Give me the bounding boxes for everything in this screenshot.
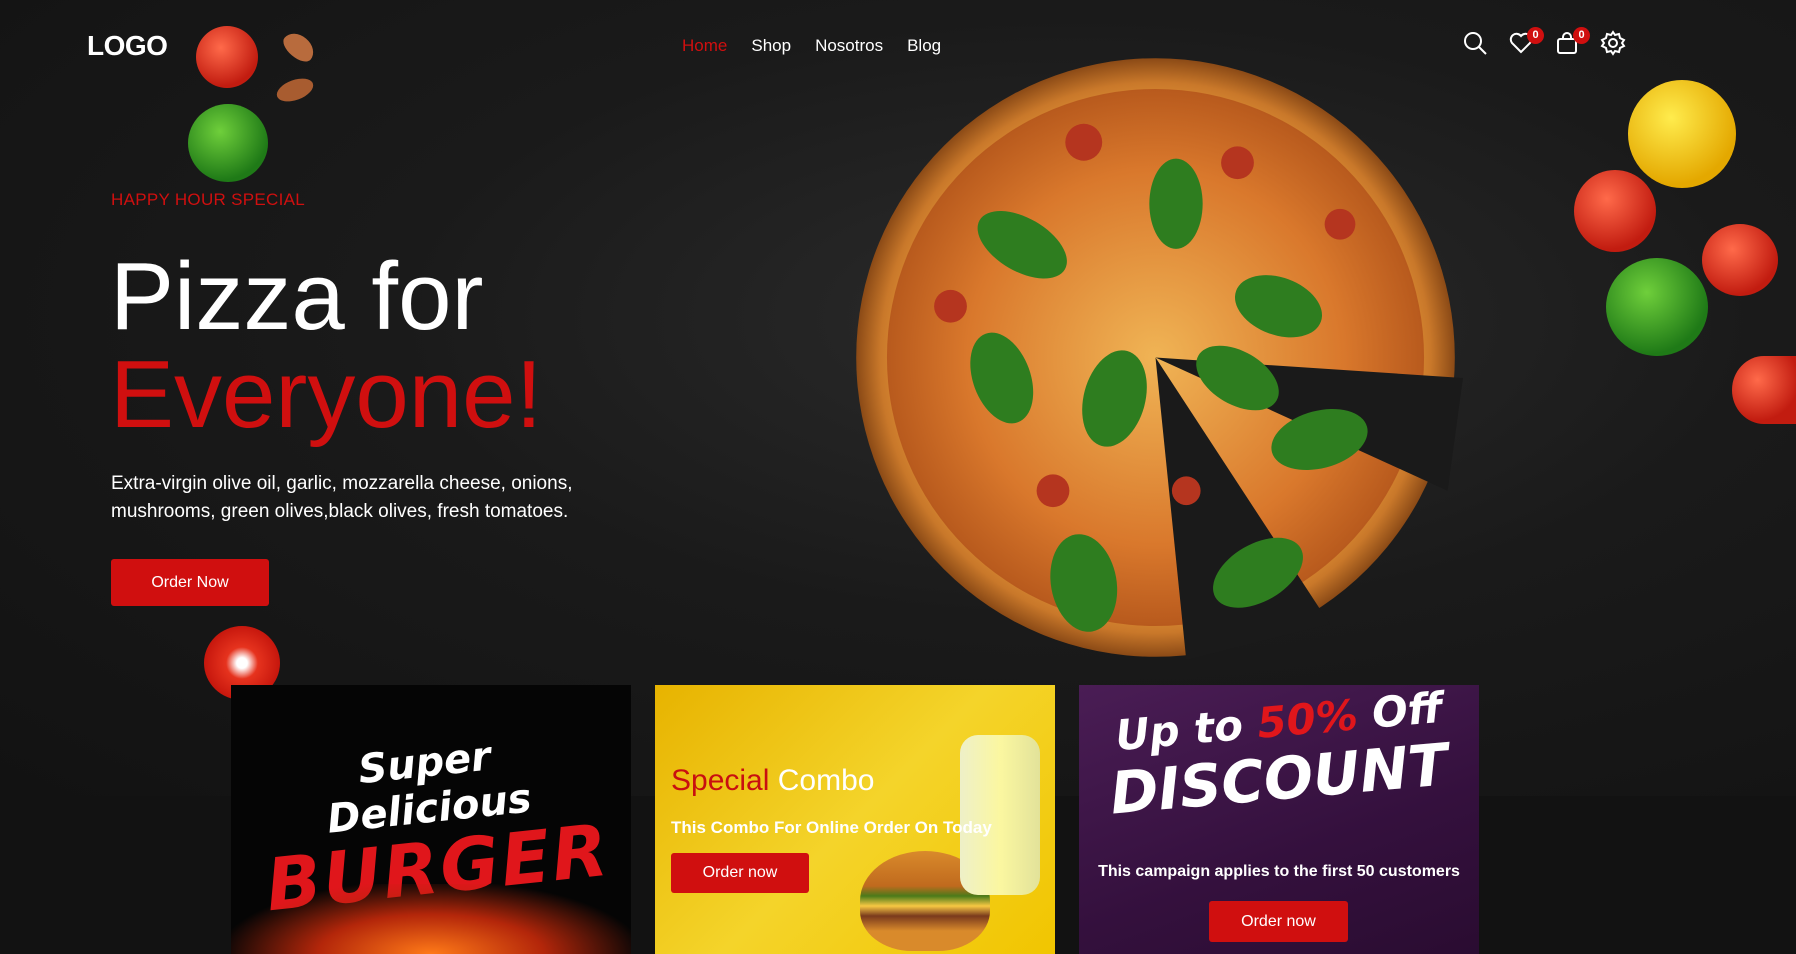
tomato-decoration [1574, 170, 1656, 252]
discount-off: Off [1369, 685, 1445, 738]
combo-order-button[interactable]: Order now [671, 853, 809, 893]
combo-title-special: Special [671, 764, 770, 797]
flames-decoration [231, 884, 631, 954]
almond-decoration [278, 27, 320, 67]
combo-sauce-jar-image [960, 735, 1040, 895]
promo-card-combo[interactable]: Special Combo This Combo For Online Orde… [655, 685, 1055, 954]
gear-icon[interactable] [1600, 30, 1626, 56]
green-pepper-decoration [1606, 258, 1708, 356]
discount-note: This campaign applies to the first 50 cu… [1098, 863, 1460, 880]
discount-order-button[interactable]: Order now [1209, 901, 1348, 942]
hero-kicker: HAPPY HOUR SPECIAL [111, 190, 306, 209]
combo-title: Special Combo [671, 764, 874, 798]
combo-subtitle: This Combo For Online Order On Today [671, 818, 992, 837]
pizza-image [856, 58, 1463, 660]
tomato-decoration [1732, 356, 1796, 424]
hero-title: Pizza for Everyone! [110, 248, 542, 444]
yellow-pepper-decoration [1628, 80, 1736, 188]
nav-home[interactable]: Home [682, 36, 727, 56]
order-now-button[interactable]: Order Now [111, 559, 269, 606]
header-actions: 0 0 [1462, 27, 1626, 56]
promo-card-burger[interactable]: Super Delicious BURGER [231, 685, 631, 954]
main-nav: Home Shop Nosotros Blog [682, 36, 941, 56]
heart-icon[interactable]: 0 [1508, 27, 1544, 56]
search-icon[interactable] [1462, 30, 1488, 56]
logo[interactable]: LOGO [87, 30, 168, 62]
hero-description: Extra-virgin olive oil, garlic, mozzarel… [111, 473, 573, 522]
promo-card-discount[interactable]: Up to 50% Off DISCOUNT This campaign app… [1079, 685, 1479, 954]
hero-title-line2: Everyone! [110, 341, 543, 448]
wishlist-count-badge: 0 [1527, 27, 1544, 44]
hero-title-line1: Pizza for [110, 243, 484, 350]
cart-count-badge: 0 [1573, 27, 1590, 44]
nav-blog[interactable]: Blog [907, 36, 941, 56]
combo-title-combo: Combo [777, 764, 875, 797]
shopping-bag-icon[interactable]: 0 [1554, 27, 1590, 56]
hero-section: LOGO Home Shop Nosotros Blog 0 0 HAPPY H… [0, 0, 1796, 796]
tomato-decoration [1702, 224, 1778, 296]
tomato-decoration [196, 26, 258, 88]
green-pepper-decoration [188, 104, 268, 182]
almond-decoration [273, 74, 317, 106]
nav-shop[interactable]: Shop [751, 36, 791, 56]
nav-nosotros[interactable]: Nosotros [815, 36, 883, 56]
